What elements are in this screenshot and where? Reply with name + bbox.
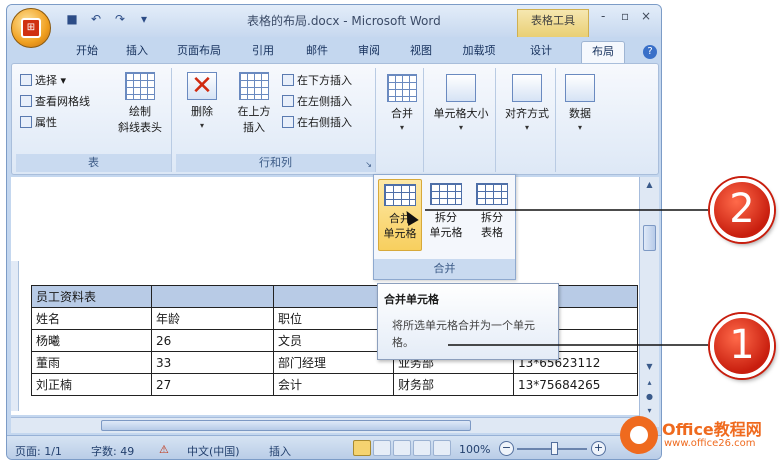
watermark-url: www.office26.com [664, 438, 756, 449]
watermark-logo: Office教程网 www.office26.com [614, 410, 780, 460]
callout-lines [425, 209, 708, 346]
office-logo-icon [620, 416, 658, 454]
office-logo-icon: ⊞ [21, 18, 41, 38]
step-callout-1: 1 [710, 314, 774, 378]
step-callout-2: 2 [710, 178, 774, 242]
office-button[interactable]: ⊞ [11, 8, 51, 48]
watermark-title: Office教程网 [662, 420, 762, 439]
